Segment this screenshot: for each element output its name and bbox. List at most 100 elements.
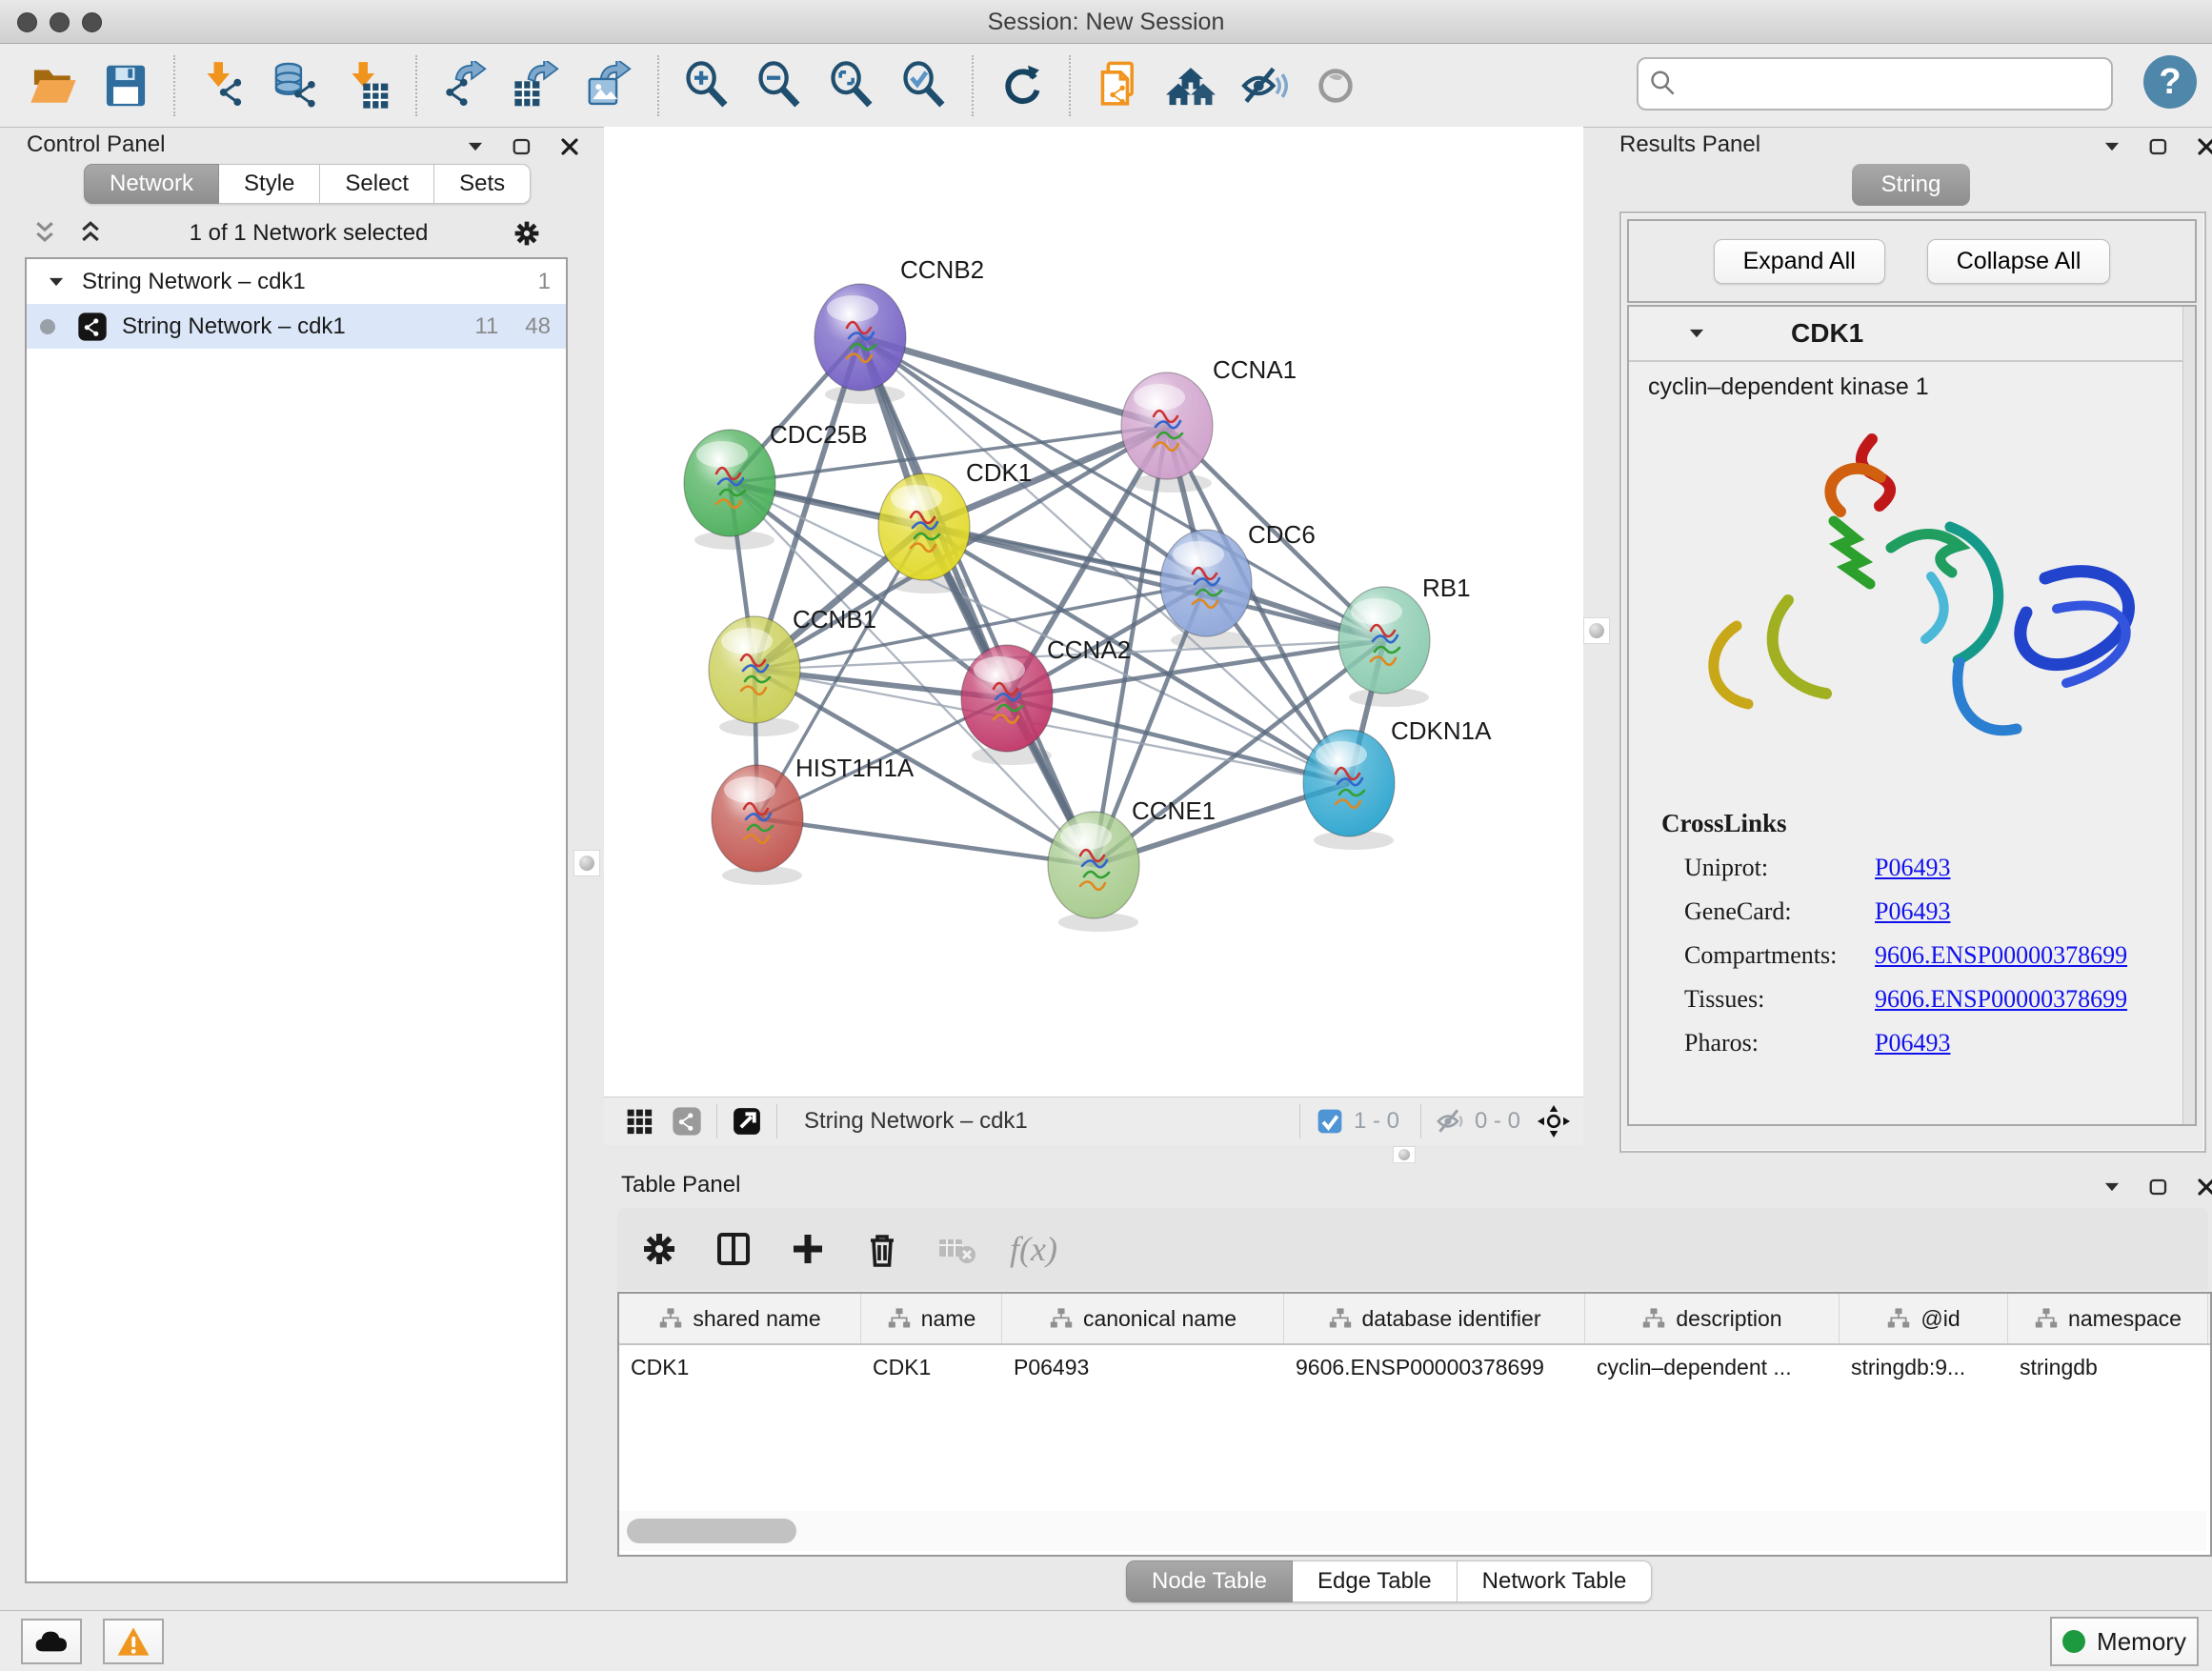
detach-view-icon[interactable] (731, 1105, 763, 1137)
collapse-all-button[interactable]: Collapse All (1927, 239, 2111, 284)
selected-counts: 1 - 0 (1354, 1108, 1399, 1135)
import-network-icon[interactable] (196, 59, 250, 112)
left-splitter-handle[interactable] (573, 850, 600, 876)
table-cell[interactable]: 9606.ENSP00000378699 (1284, 1345, 1585, 1389)
hidden-counts: 0 - 0 (1475, 1108, 1520, 1135)
zoom-selected-icon[interactable] (897, 59, 951, 112)
table-cell[interactable]: stringdb (2008, 1345, 2208, 1389)
svg-text:CCNB1: CCNB1 (793, 605, 876, 634)
column-header-shared-name[interactable]: shared name (619, 1294, 861, 1343)
table-cell[interactable]: CDK1 (619, 1345, 861, 1389)
network-options-gear-icon[interactable] (511, 217, 543, 250)
tab-node-table[interactable]: Node Table (1126, 1560, 1293, 1602)
right-splitter-handle[interactable] (1583, 617, 1610, 644)
network-canvas[interactable]: CCNB2 CCNA1 CDC25B CDK1 CDC6 RB1 (604, 127, 1583, 1097)
export-network-icon[interactable] (438, 59, 492, 112)
selected-checkbox-icon[interactable] (1314, 1105, 1346, 1137)
delete-table-icon[interactable] (935, 1228, 977, 1270)
column-header-name[interactable]: name (861, 1294, 1002, 1343)
table-panel-float-icon[interactable] (2145, 1174, 2172, 1200)
table-h-scroll-thumb[interactable] (627, 1519, 796, 1543)
grid-view-icon[interactable] (623, 1105, 655, 1137)
cloud-button[interactable] (21, 1619, 82, 1664)
search-input[interactable] (1688, 70, 2111, 98)
export-table-icon[interactable] (511, 59, 564, 112)
table-cell[interactable]: cyclin–dependent ... (1585, 1345, 1840, 1389)
control-panel-menu-icon[interactable] (463, 134, 488, 159)
crosslink-link[interactable]: 9606.ENSP00000378699 (1875, 941, 2127, 970)
control-panel-tabs: NetworkStyleSelectSets (84, 164, 531, 204)
table-panel-menu-icon[interactable] (2100, 1175, 2124, 1199)
results-scrollbar[interactable] (2182, 307, 2195, 1124)
svg-text:CDC25B: CDC25B (770, 420, 868, 449)
function-builder-icon[interactable]: f(x) (1010, 1229, 1057, 1269)
memory-button[interactable]: Memory (2050, 1617, 2199, 1666)
help-button[interactable]: ? (2143, 55, 2197, 109)
crosslink-link[interactable]: P06493 (1875, 897, 1950, 926)
show-all-icon[interactable] (1309, 59, 1362, 112)
tree-expander-icon[interactable] (44, 270, 69, 294)
hide-selected-icon[interactable] (1237, 59, 1290, 112)
entry-expander-icon[interactable] (1684, 321, 1709, 346)
zoom-fit-icon[interactable] (825, 59, 878, 112)
save-session-icon[interactable] (99, 59, 152, 112)
tab-style[interactable]: Style (219, 164, 320, 204)
add-column-icon[interactable] (787, 1228, 829, 1270)
tab-edge-table[interactable]: Edge Table (1293, 1560, 1458, 1602)
search-box[interactable] (1637, 57, 2113, 111)
refresh-icon[interactable] (995, 59, 1048, 112)
show-columns-icon[interactable] (713, 1228, 754, 1270)
zoom-in-icon[interactable] (680, 59, 734, 112)
results-panel-close-icon[interactable] (2193, 133, 2212, 160)
table-cell[interactable]: stringdb:9... (1840, 1345, 2008, 1389)
table-cell[interactable]: CDK1 (861, 1345, 1002, 1389)
delete-column-icon[interactable] (861, 1228, 903, 1270)
control-panel-float-icon[interactable] (509, 133, 535, 160)
tab-network[interactable]: Network (84, 164, 219, 204)
svg-text:CCNA2: CCNA2 (1047, 635, 1131, 664)
network-row-selected[interactable]: String Network – cdk1 11 48 (27, 304, 566, 349)
export-image-icon[interactable] (583, 59, 636, 112)
crosslink-link[interactable]: P06493 (1875, 1029, 1950, 1057)
column-header-description[interactable]: description (1585, 1294, 1840, 1343)
first-neighbors-icon[interactable] (1164, 59, 1217, 112)
expand-all-icon[interactable] (74, 217, 107, 250)
fit-selected-crosshair-icon[interactable] (1538, 1105, 1570, 1137)
warnings-button[interactable] (103, 1619, 164, 1664)
import-table-icon[interactable] (341, 59, 394, 112)
column-header-namespace[interactable]: namespace (2008, 1294, 2208, 1343)
results-entry-panel: CDK1 cyclin–dependent kinase 1 CrossLink… (1627, 305, 2197, 1126)
duplicate-network-icon[interactable] (1092, 59, 1145, 112)
expand-all-button[interactable]: Expand All (1714, 239, 1885, 284)
network-status-dot (40, 319, 55, 334)
column-header--id[interactable]: @id (1840, 1294, 2008, 1343)
tab-select[interactable]: Select (320, 164, 434, 204)
crosslink-label: Pharos: (1684, 1029, 1875, 1057)
zoom-out-icon[interactable] (753, 59, 806, 112)
string-network-icon[interactable] (671, 1105, 703, 1137)
hidden-eye-icon[interactable] (1435, 1105, 1467, 1137)
crosslink-link[interactable]: 9606.ENSP00000378699 (1875, 985, 2127, 1014)
results-panel-float-icon[interactable] (2145, 133, 2172, 160)
network-node-CCNA2: CCNA2 (961, 635, 1131, 752)
import-database-icon[interactable] (269, 59, 322, 112)
column-header-database-identifier[interactable]: database identifier (1284, 1294, 1585, 1343)
network-collection-row[interactable]: String Network – cdk1 1 (27, 259, 566, 304)
tab-string[interactable]: String (1852, 164, 1970, 206)
crosslink-link[interactable]: P06493 (1875, 854, 1950, 882)
open-session-icon[interactable] (27, 59, 80, 112)
tab-sets[interactable]: Sets (434, 164, 531, 204)
table-gear-icon[interactable] (638, 1228, 680, 1270)
bottom-splitter-handle[interactable] (1393, 1146, 1416, 1163)
title-bar: Session: New Session (0, 0, 2212, 44)
table-panel-close-icon[interactable] (2193, 1174, 2212, 1200)
network-node-RB1: RB1 (1338, 574, 1471, 694)
results-panel-menu-icon[interactable] (2100, 134, 2124, 159)
control-panel-close-icon[interactable] (556, 133, 583, 160)
results-entry-header[interactable]: CDK1 (1629, 307, 2195, 362)
table-h-scrollbar[interactable] (619, 1511, 2206, 1551)
table-cell[interactable]: P06493 (1002, 1345, 1284, 1389)
tab-network-table[interactable]: Network Table (1458, 1560, 1653, 1602)
collapse-all-icon[interactable] (29, 217, 61, 250)
column-header-canonical-name[interactable]: canonical name (1002, 1294, 1284, 1343)
